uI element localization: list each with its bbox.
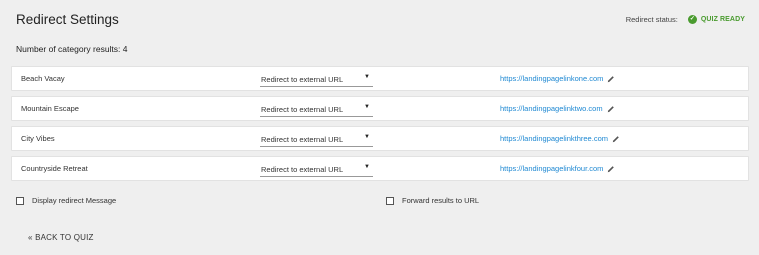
dropdown-arrow-icon: ▼: [364, 164, 370, 170]
redirect-type-value: Redirect to external URL: [261, 105, 344, 114]
dropdown-arrow-icon: ▼: [364, 134, 370, 140]
category-row: Countryside Retreat Redirect to external…: [11, 156, 749, 181]
pencil-icon[interactable]: [612, 135, 620, 143]
category-name: City Vibes: [21, 134, 55, 143]
category-name: Countryside Retreat: [21, 164, 88, 173]
pencil-icon[interactable]: [607, 105, 615, 113]
redirect-url[interactable]: https://landingpagelinkthree.com: [500, 134, 620, 143]
forward-results-option[interactable]: Forward results to URL: [386, 196, 479, 205]
redirect-type-select[interactable]: Redirect to external URL ▼: [260, 101, 373, 117]
category-count: Number of category results: 4: [16, 44, 128, 54]
category-row: City Vibes Redirect to external URL ▼ ht…: [11, 126, 749, 151]
back-to-quiz-link[interactable]: « BACK TO QUIZ: [28, 233, 94, 242]
category-row: Beach Vacay Redirect to external URL ▼ h…: [11, 66, 749, 91]
display-redirect-label: Display redirect Message: [32, 196, 117, 205]
redirect-type-value: Redirect to external URL: [261, 165, 344, 174]
redirect-url-text[interactable]: https://landingpagelinktwo.com: [500, 104, 603, 113]
category-list: Beach Vacay Redirect to external URL ▼ h…: [11, 66, 749, 186]
redirect-type-value: Redirect to external URL: [261, 135, 344, 144]
redirect-type-select[interactable]: Redirect to external URL ▼: [260, 131, 373, 147]
pencil-icon[interactable]: [607, 165, 615, 173]
check-circle-icon: ✓: [687, 15, 697, 24]
redirect-url[interactable]: https://landingpagelinktwo.com: [500, 104, 615, 113]
status-badge: QUIZ READY: [700, 16, 745, 23]
redirect-url[interactable]: https://landingpagelinkfour.com: [500, 164, 615, 173]
redirect-status: Redirect status: ✓ QUIZ READY: [626, 15, 745, 24]
dropdown-arrow-icon: ▼: [364, 104, 370, 110]
redirect-url-text[interactable]: https://landingpagelinkthree.com: [500, 134, 608, 143]
display-redirect-checkbox[interactable]: [16, 196, 24, 205]
category-name: Beach Vacay: [21, 74, 65, 83]
page-title: Redirect Settings: [16, 12, 119, 27]
forward-results-checkbox[interactable]: [386, 196, 394, 205]
forward-results-label: Forward results to URL: [402, 196, 480, 205]
dropdown-arrow-icon: ▼: [364, 74, 370, 80]
category-row: Mountain Escape Redirect to external URL…: [11, 96, 749, 121]
redirect-url-text[interactable]: https://landingpagelinkfour.com: [500, 164, 603, 173]
pencil-icon[interactable]: [607, 75, 615, 83]
status-label: Redirect status:: [625, 15, 678, 24]
display-redirect-option[interactable]: Display redirect Message: [16, 196, 116, 205]
category-name: Mountain Escape: [21, 104, 79, 113]
redirect-url-text[interactable]: https://landingpagelinkone.com: [500, 74, 603, 83]
redirect-url[interactable]: https://landingpagelinkone.com: [500, 74, 615, 83]
redirect-type-value: Redirect to external URL: [261, 75, 344, 84]
redirect-type-select[interactable]: Redirect to external URL ▼: [260, 161, 373, 177]
redirect-type-select[interactable]: Redirect to external URL ▼: [260, 71, 373, 87]
